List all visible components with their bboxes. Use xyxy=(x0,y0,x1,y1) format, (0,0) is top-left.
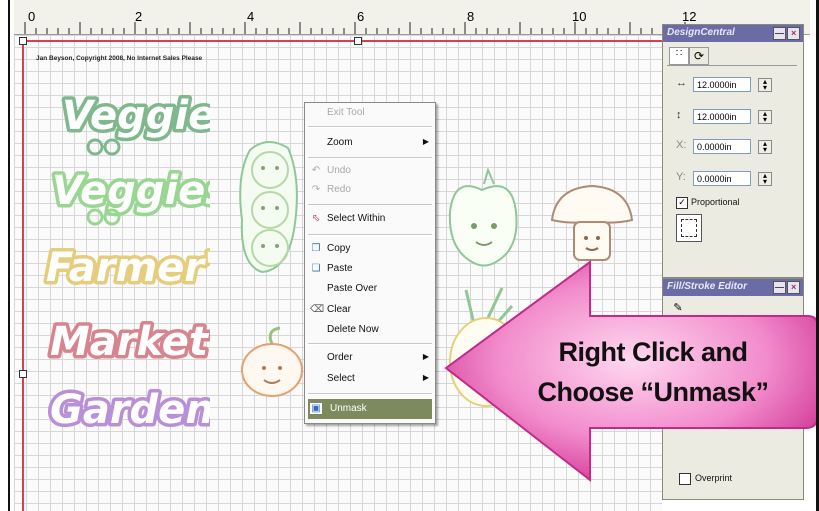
ruler-number-10: 10 xyxy=(572,9,587,24)
menu-item-undo[interactable]: ↶ Undo xyxy=(305,161,435,181)
menu-item-label: Paste Over xyxy=(327,283,378,294)
reference-point-grid-icon[interactable] xyxy=(676,214,702,242)
copy-icon: ❐ xyxy=(311,243,321,254)
x-spinner[interactable]: ▴ ▾ xyxy=(758,140,772,154)
submenu-arrow-icon: ▶ xyxy=(422,352,429,361)
menu-item-label: Select Within xyxy=(327,213,386,224)
height-field[interactable]: 12.0000in xyxy=(693,109,751,124)
undo-icon: ↶ xyxy=(311,165,321,176)
menu-item-order[interactable]: Order ▶ xyxy=(305,348,435,368)
page-left-edge xyxy=(22,40,24,511)
word-veggies[interactable]: Veggies xyxy=(49,165,211,218)
close-icon[interactable]: × xyxy=(787,27,800,40)
submenu-arrow-icon: ▶ xyxy=(422,373,429,382)
menu-item-redo[interactable]: ↷ Redo xyxy=(305,180,435,200)
selection-handle[interactable] xyxy=(19,37,27,45)
design-central-panel[interactable]: DesignCentral — × ∷ ⟳ ↔ 12.0000in ▴ ▾ ↕ 1… xyxy=(662,24,804,278)
menu-item-clear[interactable]: ⌫ Clear xyxy=(305,300,435,320)
menu-separator xyxy=(308,157,432,159)
pumpkin-shape[interactable] xyxy=(236,326,306,401)
x-position-field[interactable]: 0.0000in xyxy=(693,139,751,154)
copyright-text: Jan Beyson, Copyright 2008, No Internet … xyxy=(36,55,203,62)
callout-text: Right Click and Choose “Unmask” xyxy=(528,332,778,412)
menu-item-label: Zoom xyxy=(327,137,353,148)
menu-separator xyxy=(308,343,432,345)
width-icon: ↔ xyxy=(676,77,687,89)
redo-icon: ↷ xyxy=(311,184,321,195)
selection-handle[interactable] xyxy=(19,370,27,378)
clear-icon: ⌫ xyxy=(310,304,325,315)
submenu-arrow-icon: ▶ xyxy=(422,137,429,146)
rotate-tab-icon[interactable]: ⟳ xyxy=(689,47,709,65)
menu-separator xyxy=(308,234,432,236)
menu-item-delete-now[interactable]: Delete Now xyxy=(305,320,435,340)
word-garden[interactable]: Garden xyxy=(47,384,211,437)
paste-icon: ❏ xyxy=(311,263,321,274)
y-position-field[interactable]: 0.0000in xyxy=(693,171,751,186)
x-label: X: xyxy=(676,139,687,151)
mushroom-shape[interactable] xyxy=(546,182,638,264)
tab-divider xyxy=(667,65,797,66)
page-top-edge xyxy=(22,40,662,42)
menu-item-label: Clear xyxy=(327,304,351,315)
height-icon: ↕ xyxy=(676,109,682,121)
screenshot: 0 2 4 6 8 10 12 Jan Beyson, Copyright 20… xyxy=(0,0,819,511)
menu-item-select-within[interactable]: ⬁ Select Within xyxy=(305,209,435,229)
width-spinner[interactable]: ▴ ▾ xyxy=(758,78,772,92)
callout-line-2: Choose “Unmask” xyxy=(537,377,769,407)
y-spinner[interactable]: ▴ ▾ xyxy=(758,172,772,186)
word-market[interactable]: Market xyxy=(47,316,211,369)
ruler-number-4: 4 xyxy=(247,9,255,24)
minimize-icon[interactable]: — xyxy=(773,27,786,40)
proportional-checkbox[interactable]: ✓ xyxy=(676,197,688,209)
menu-item-paste-over[interactable]: Paste Over xyxy=(305,279,435,299)
menu-item-label: Unmask xyxy=(330,403,367,414)
menu-item-label: Delete Now xyxy=(327,324,379,335)
peapod-shape[interactable] xyxy=(232,130,302,280)
node-tab-icon[interactable]: ∷ xyxy=(669,47,689,65)
ruler-number-12: 12 xyxy=(682,9,697,24)
menu-item-label: Paste xyxy=(327,263,353,274)
unmask-icon: ▣ xyxy=(310,403,322,414)
menu-item-label: Select xyxy=(327,373,355,384)
word-farmers[interactable]: Farmer's xyxy=(43,242,211,295)
width-field[interactable]: 12.0000in xyxy=(693,77,751,92)
menu-item-label: Order xyxy=(327,352,353,363)
y-label: Y: xyxy=(676,171,686,183)
design-central-titlebar[interactable]: DesignCentral — × xyxy=(663,25,803,42)
word-veggie[interactable]: Veggie xyxy=(59,90,211,143)
menu-separator xyxy=(308,204,432,206)
height-spinner[interactable]: ▴ ▾ xyxy=(758,110,772,124)
menu-item-label: Redo xyxy=(327,184,351,195)
menu-item-exit-tool[interactable]: Exit Tool xyxy=(305,103,435,123)
ruler-number-6: 6 xyxy=(357,9,365,24)
menu-item-paste[interactable]: ❏ Paste xyxy=(305,259,435,279)
ruler-number-8: 8 xyxy=(467,9,475,24)
menu-item-zoom[interactable]: Zoom ▶ xyxy=(305,133,435,153)
menu-separator xyxy=(308,393,432,395)
menu-item-copy[interactable]: ❐ Copy xyxy=(305,239,435,259)
context-menu[interactable]: Exit Tool Zoom ▶ ↶ Undo ↷ Redo ⬁ Select With… xyxy=(304,102,436,424)
proportional-label: Proportional xyxy=(691,197,740,207)
word-art-group[interactable]: Veggie Veggies Farmer's Market Garden xyxy=(40,85,211,455)
menu-item-unmask[interactable]: ▣ Unmask xyxy=(308,399,432,419)
ruler-number-2: 2 xyxy=(135,9,143,24)
selection-handle[interactable] xyxy=(354,37,362,45)
panel-title: DesignCentral xyxy=(667,27,735,38)
select-within-icon: ⬁ xyxy=(311,213,321,224)
menu-item-label: Copy xyxy=(327,243,351,254)
menu-item-label: Undo xyxy=(327,165,351,176)
ruler-number-0: 0 xyxy=(28,9,36,24)
callout-line-1: Right Click and xyxy=(558,337,748,367)
menu-separator xyxy=(308,126,432,128)
menu-item-label: Exit Tool xyxy=(327,107,365,118)
menu-item-select[interactable]: Select ▶ xyxy=(305,369,435,389)
callout-arrow: Right Click and Choose “Unmask” xyxy=(440,258,819,488)
